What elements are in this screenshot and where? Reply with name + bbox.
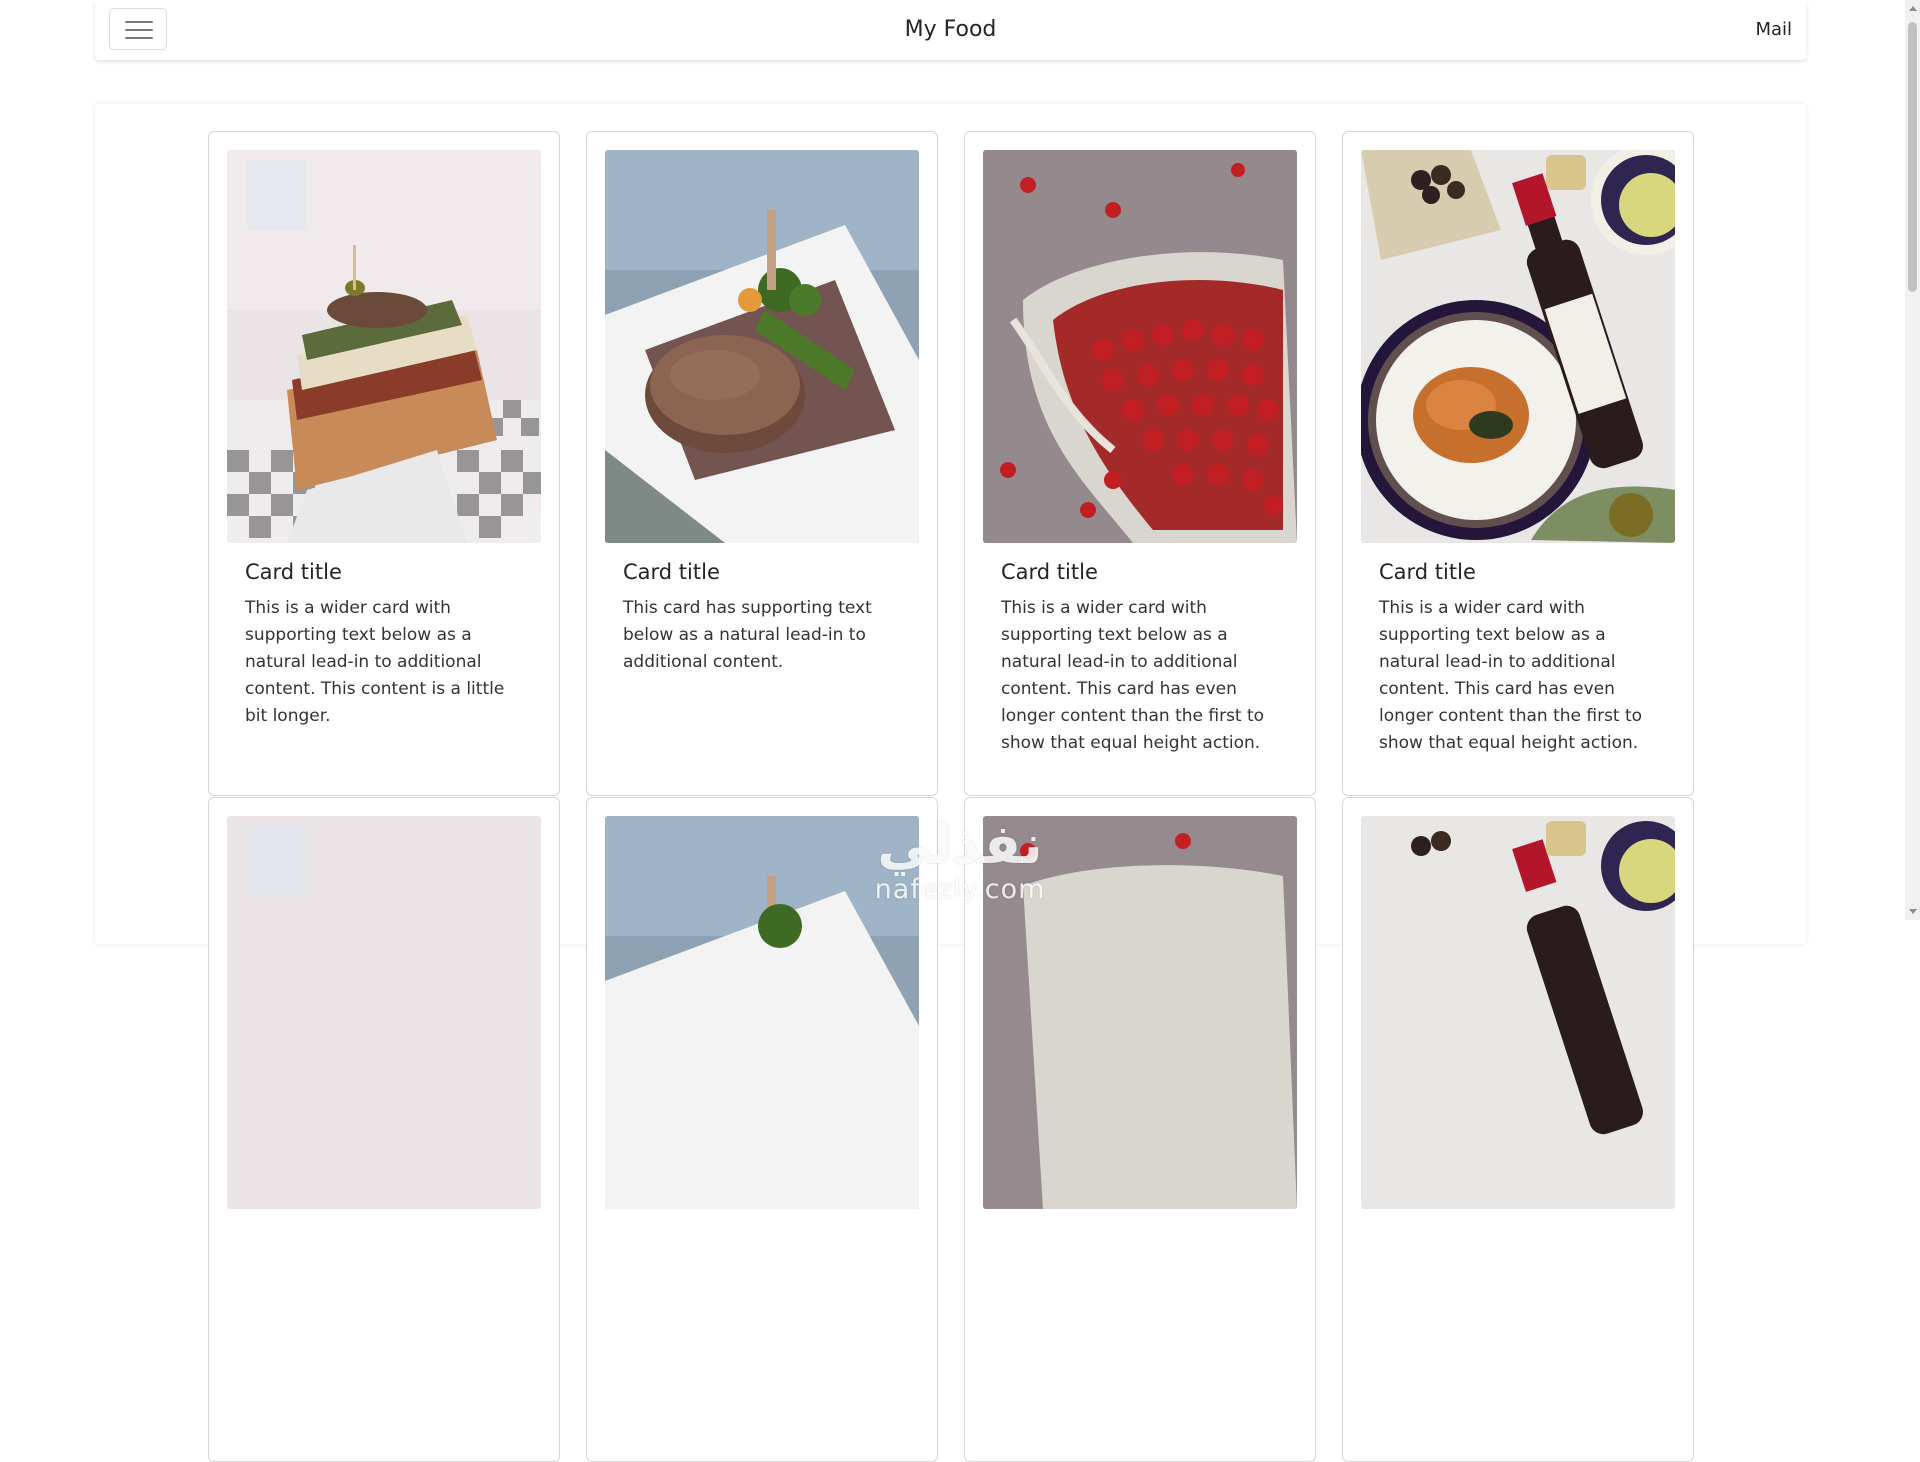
brand-title: My Food — [904, 17, 997, 42]
card-text: This is a wider card with supporting tex… — [245, 598, 505, 727]
card-image-steak — [605, 816, 919, 1209]
card-title: Card title — [623, 560, 720, 584]
card-image-steak — [605, 150, 919, 543]
hamburger-menu-icon — [125, 21, 153, 23]
card-title: Card title — [1001, 560, 1098, 584]
card-image-pasta-wine — [1361, 816, 1675, 1209]
vertical-scrollbar[interactable] — [1905, 0, 1920, 920]
card-body: Card title This is a wider card with sup… — [1379, 560, 1659, 757]
hamburger-menu-icon-bar — [125, 37, 153, 39]
card — [1342, 797, 1694, 1462]
hamburger-menu-icon-bar — [125, 29, 153, 31]
card — [208, 797, 560, 1462]
card-image-cherries — [983, 150, 1297, 543]
scroll-up-icon[interactable] — [1909, 6, 1917, 11]
card-text: This card has supporting text below as a… — [623, 598, 872, 673]
menu-toggle-button[interactable] — [109, 8, 167, 50]
card-image-cherries — [983, 816, 1297, 1209]
card-image-sandwich — [227, 150, 541, 543]
navbar: My Food Mail — [95, 0, 1806, 60]
mail-link[interactable]: Mail — [1755, 0, 1792, 60]
card — [964, 797, 1316, 1462]
card: Card title This is a wider card with sup… — [208, 131, 560, 796]
card-text: This is a wider card with supporting tex… — [1001, 598, 1265, 754]
card — [586, 797, 938, 1462]
card: Card title This is a wider card with sup… — [1342, 131, 1694, 796]
card-title: Card title — [245, 560, 342, 584]
card: Card title This card has supporting text… — [586, 131, 938, 796]
scrollbar-thumb[interactable] — [1908, 22, 1917, 292]
card-image-sandwich — [227, 816, 541, 1209]
card-body: Card title This card has supporting text… — [623, 560, 903, 676]
card-title: Card title — [1379, 560, 1476, 584]
card: Card title This is a wider card with sup… — [964, 131, 1316, 796]
card-image-pasta-wine — [1361, 150, 1675, 543]
card-body: Card title This is a wider card with sup… — [1001, 560, 1281, 757]
cards-container: Card title This is a wider card with sup… — [95, 104, 1806, 1462]
card-text: This is a wider card with supporting tex… — [1379, 598, 1643, 754]
card-body: Card title This is a wider card with sup… — [245, 560, 525, 730]
scroll-down-icon[interactable] — [1909, 909, 1917, 914]
